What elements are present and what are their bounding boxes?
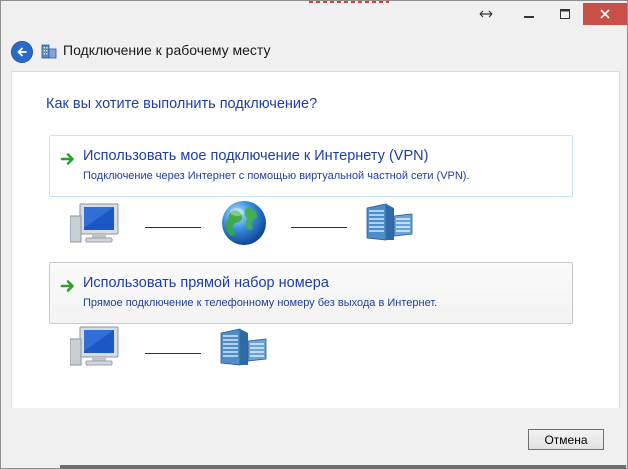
title-bar[interactable] [1, 1, 627, 31]
option-dialup[interactable]: Использовать прямой набор номера Прямое … [49, 262, 573, 324]
dialog-footer: Отмена [1, 408, 627, 468]
close-button[interactable] [583, 3, 627, 25]
cancel-button[interactable]: Отмена [528, 429, 604, 450]
taskbar-edge [60, 465, 626, 469]
computer-icon [69, 202, 120, 251]
dialog-title: Подключение к рабочему месту [63, 42, 271, 58]
option-dialup-description: Прямое подключение к телефонному номеру … [83, 297, 438, 309]
green-arrow-icon [60, 279, 76, 298]
globe-icon [220, 199, 268, 252]
resize-arrows-icon[interactable] [469, 3, 503, 25]
server-icon [218, 327, 268, 372]
connection-line [145, 353, 201, 354]
navigation-bar: Подключение к рабочему месту [1, 31, 627, 71]
green-arrow-icon [60, 152, 76, 171]
option-vpn[interactable]: Использовать мое подключение к Интернету… [49, 135, 573, 197]
back-arrow-icon [17, 47, 27, 57]
close-icon [600, 9, 610, 19]
connection-line [291, 227, 347, 228]
server-icon [364, 202, 414, 247]
computer-icon [69, 325, 120, 374]
minimize-icon [524, 16, 534, 18]
back-button[interactable] [11, 41, 33, 63]
maximize-button[interactable] [547, 3, 583, 25]
option-vpn-description: Подключение через Интернет с помощью вир… [83, 170, 470, 182]
workplace-network-icon [41, 42, 58, 65]
dialog-window: Подключение к рабочему месту Как вы хоти… [0, 0, 628, 469]
background-artifact [309, 1, 389, 3]
option-dialup-title: Использовать прямой набор номера [83, 275, 329, 291]
option-vpn-title: Использовать мое подключение к Интернету… [83, 148, 429, 164]
minimize-button[interactable] [511, 3, 547, 25]
maximize-icon [560, 9, 570, 19]
content-panel: Как вы хотите выполнить подключение? Исп… [11, 71, 620, 409]
page-heading: Как вы хотите выполнить подключение? [46, 96, 318, 112]
connection-line [145, 227, 201, 228]
